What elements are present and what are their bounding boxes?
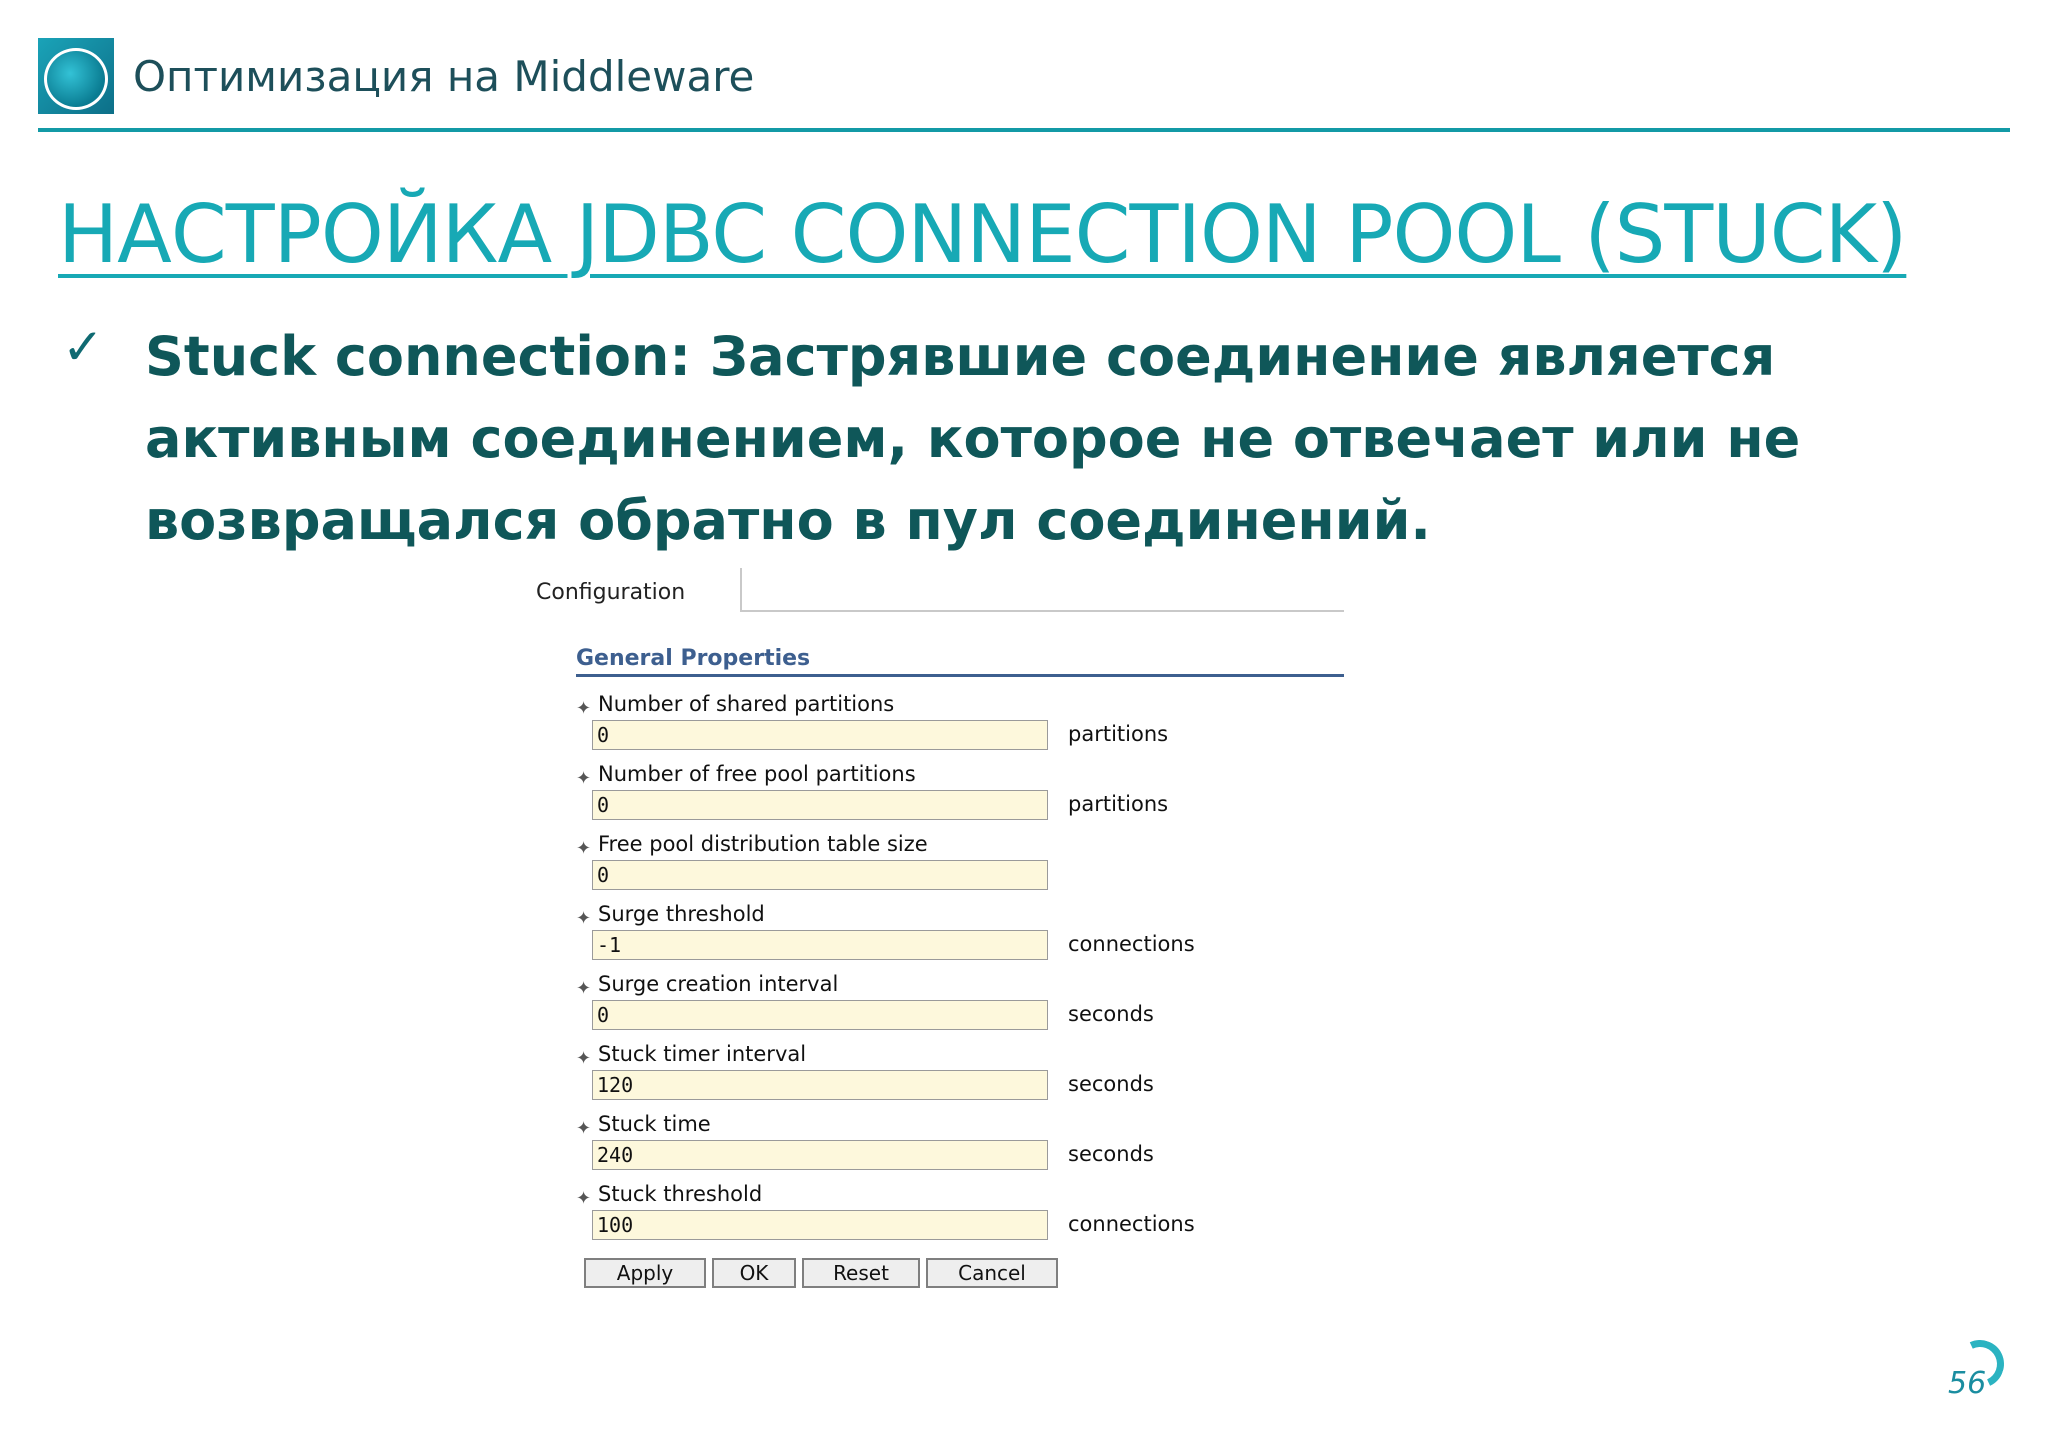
cancel-button[interactable]: Cancel xyxy=(926,1258,1058,1288)
stuck-timer-interval-input[interactable]: 120 xyxy=(592,1070,1048,1100)
header-divider xyxy=(38,128,2010,132)
console-screenshot: Configuration General Properties ✦ Numbe… xyxy=(530,568,1350,1298)
tab-underline xyxy=(742,610,1344,612)
property-label: Stuck threshold xyxy=(598,1182,763,1206)
bullet-text: Stuck connection: Застрявшие соединение … xyxy=(145,325,1801,552)
property-label: Number of shared partitions xyxy=(598,692,895,716)
property-label: Surge creation interval xyxy=(598,972,839,996)
shared-partitions-input[interactable]: 0 xyxy=(592,720,1048,750)
property-unit: seconds xyxy=(1068,1072,1154,1096)
property-label: Surge threshold xyxy=(598,902,765,926)
surge-threshold-input[interactable]: -1 xyxy=(592,930,1048,960)
logo xyxy=(38,38,114,114)
slide-title: НАСТРОЙКА JDBC CONNECTION POOL (STUCK) xyxy=(58,188,1907,281)
property-unit: connections xyxy=(1068,1212,1195,1236)
property-unit: partitions xyxy=(1068,722,1169,746)
property-free-pool-partitions: ✦ Number of free pool partitions 0 parti… xyxy=(576,762,1336,828)
ok-button[interactable]: OK xyxy=(712,1258,796,1288)
stuck-time-input[interactable]: 240 xyxy=(592,1140,1048,1170)
section-divider xyxy=(576,674,1344,677)
distribution-table-size-input[interactable]: 0 xyxy=(592,860,1048,890)
property-unit: connections xyxy=(1068,932,1195,956)
apply-button[interactable]: Apply xyxy=(584,1258,706,1288)
info-icon: ✦ xyxy=(576,908,592,929)
stuck-threshold-input[interactable]: 100 xyxy=(592,1210,1048,1240)
property-stuck-timer-interval: ✦ Stuck timer interval 120 seconds xyxy=(576,1042,1336,1108)
info-icon: ✦ xyxy=(576,978,592,999)
info-icon: ✦ xyxy=(576,1118,592,1139)
logo-circle-icon xyxy=(44,48,108,110)
tab-configuration[interactable]: Configuration xyxy=(536,580,685,605)
info-icon: ✦ xyxy=(576,768,592,789)
property-surge-threshold: ✦ Surge threshold -1 connections xyxy=(576,902,1336,968)
section-title: General Properties xyxy=(576,646,811,671)
free-pool-partitions-input[interactable]: 0 xyxy=(592,790,1048,820)
page-number: 56 xyxy=(1948,1366,1987,1401)
property-distribution-table-size: ✦ Free pool distribution table size 0 xyxy=(576,832,1336,898)
surge-creation-interval-input[interactable]: 0 xyxy=(592,1000,1048,1030)
property-unit: partitions xyxy=(1068,792,1169,816)
property-label: Free pool distribution table size xyxy=(598,832,928,856)
property-surge-creation-interval: ✦ Surge creation interval 0 seconds xyxy=(576,972,1336,1038)
info-icon: ✦ xyxy=(576,698,592,719)
info-icon: ✦ xyxy=(576,1048,592,1069)
reset-button[interactable]: Reset xyxy=(802,1258,920,1288)
property-label: Number of free pool partitions xyxy=(598,762,916,786)
property-stuck-threshold: ✦ Stuck threshold 100 connections xyxy=(576,1182,1336,1248)
property-stuck-time: ✦ Stuck time 240 seconds xyxy=(576,1112,1336,1178)
info-icon: ✦ xyxy=(576,838,592,859)
property-shared-partitions: ✦ Number of shared partitions 0 partitio… xyxy=(576,692,1336,758)
property-label: Stuck timer interval xyxy=(598,1042,807,1066)
info-icon: ✦ xyxy=(576,1188,592,1209)
deck-title: Оптимизация на Middleware xyxy=(133,52,755,101)
property-unit: seconds xyxy=(1068,1002,1154,1026)
property-label: Stuck time xyxy=(598,1112,711,1136)
checkmark-icon: ✓ xyxy=(62,318,104,376)
tab-separator xyxy=(740,568,742,612)
property-unit: seconds xyxy=(1068,1142,1154,1166)
